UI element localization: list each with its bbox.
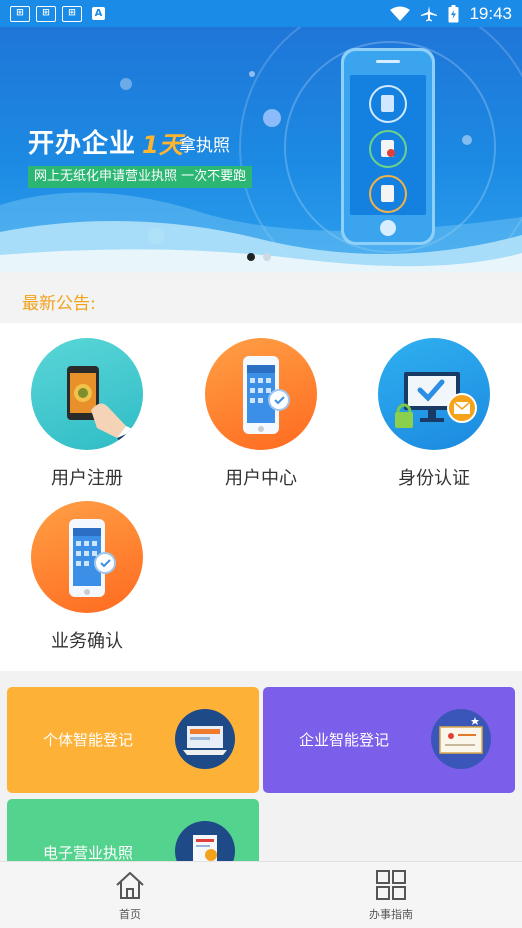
phone-illustration <box>341 48 435 245</box>
monitor-lock-icon <box>378 338 490 450</box>
banner-title: 开办企业 <box>28 129 137 159</box>
status-bar: ⊞ ⊞ ⊞ A 19:43 <box>0 0 522 27</box>
banner-tagline: 网上无纸化申请营业执照 一次不要跑 <box>28 166 253 188</box>
tab-label: 首页 <box>119 908 141 921</box>
tab-guide[interactable]: 办事指南 <box>331 870 451 922</box>
service-grid: 用户注册 用户中心 身份认证 业务确认 <box>0 323 522 671</box>
card-label: 电子营业执照 <box>43 844 134 862</box>
carousel-indicator[interactable] <box>247 253 271 261</box>
service-label: 用户注册 <box>51 468 123 489</box>
phone-tap-icon <box>31 338 143 450</box>
card-label: 企业智能登记 <box>299 731 390 749</box>
tab-home[interactable]: 首页 <box>70 870 190 922</box>
service-label: 业务确认 <box>51 631 123 652</box>
notification-icons: ⊞ ⊞ ⊞ A <box>10 5 105 22</box>
service-user-center[interactable]: 用户中心 <box>191 338 331 490</box>
carousel-dot-active[interactable] <box>247 253 255 261</box>
service-user-register[interactable]: 用户注册 <box>17 338 157 490</box>
wifi-icon <box>390 6 411 21</box>
bottom-tab-bar: 首页 办事指南 <box>0 861 522 928</box>
notice-bar[interactable]: 最新公告: <box>0 279 522 323</box>
app-screen: ⊞ ⊞ ⊞ A 19:43 开办企业 1天 拿执照 网上无纸化申请营业执照 一次… <box>0 0 522 928</box>
phone-app-icon <box>205 338 317 450</box>
notice-label: 最新公告: <box>22 293 96 314</box>
registration-cards: 个体智能登记 企业智能登记 电子营业执照 <box>0 678 522 869</box>
service-identity-auth[interactable]: 身份认证 <box>364 338 504 490</box>
promo-banner[interactable]: 开办企业 1天 拿执照 网上无纸化申请营业执照 一次不要跑 <box>0 27 522 272</box>
clock: 19:43 <box>469 3 512 23</box>
game-icon: ⊞ <box>62 5 82 22</box>
banner-take: 拿执照 <box>179 136 230 156</box>
airplane-icon <box>421 5 438 21</box>
service-business-confirm[interactable]: 业务确认 <box>17 501 157 653</box>
license-icon <box>431 709 491 769</box>
service-label: 用户中心 <box>225 468 297 489</box>
card-enterprise-registration[interactable]: 企业智能登记 <box>263 687 515 793</box>
game-icon: ⊞ <box>10 5 30 22</box>
game-icon: ⊞ <box>36 5 56 22</box>
grid-icon <box>376 870 406 900</box>
a-icon: A <box>92 7 105 20</box>
card-individual-registration[interactable]: 个体智能登记 <box>7 687 259 793</box>
battery-icon <box>448 4 459 22</box>
tab-label: 办事指南 <box>369 908 413 921</box>
home-icon <box>116 872 144 899</box>
banner-days: 1天 <box>142 131 183 159</box>
card-label: 个体智能登记 <box>43 731 134 749</box>
card-electronic-license[interactable]: 电子营业执照 <box>7 799 259 869</box>
carousel-dot[interactable] <box>263 253 271 261</box>
laptop-icon <box>175 709 235 769</box>
service-label: 身份认证 <box>398 468 470 489</box>
phone-app-icon <box>31 501 143 613</box>
